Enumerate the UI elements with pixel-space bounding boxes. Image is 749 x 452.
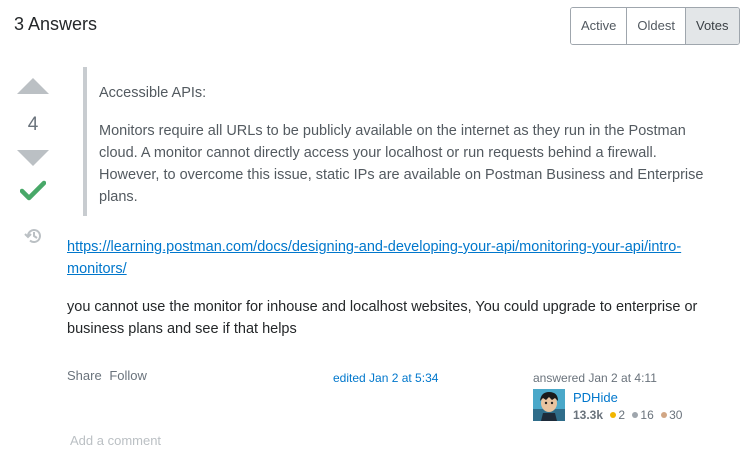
sort-active-button[interactable]: Active [571, 8, 628, 44]
blockquote: Accessible APIs: Monitors require all UR… [83, 67, 717, 216]
answered-timestamp: answered Jan 2 at 4:11 [533, 371, 657, 385]
postman-docs-link[interactable]: https://learning.postman.com/docs/design… [67, 236, 687, 280]
sort-votes-button[interactable]: Votes [685, 8, 739, 44]
downvote-arrow-icon[interactable] [17, 150, 49, 166]
user-name-link[interactable]: PDHide [573, 390, 618, 405]
gold-badge-icon [610, 412, 617, 419]
accepted-check-icon [20, 180, 46, 201]
history-icon[interactable] [24, 227, 42, 245]
follow-link[interactable]: Follow [109, 368, 147, 383]
gold-badge-count: 2 [618, 408, 626, 422]
silver-badge-icon [632, 412, 639, 419]
quote-heading: Accessible APIs: [99, 85, 207, 101]
sort-oldest-button[interactable]: Oldest [627, 8, 686, 44]
share-link[interactable]: Share [67, 368, 102, 383]
silver-badge-count: 16 [640, 408, 654, 422]
user-reputation-stats: 13.3k 2 16 30 [573, 408, 682, 422]
user-avatar[interactable] [533, 389, 565, 421]
reputation-score: 13.3k [573, 408, 604, 422]
answers-count-title: 3 Answers [14, 14, 98, 34]
answer-body-text: you cannot use the monitor for inhouse a… [67, 299, 698, 337]
bronze-badge-icon [661, 412, 668, 419]
answer-sort-tabs: Active Oldest Votes [570, 7, 740, 45]
post-menu: Share Follow [67, 368, 147, 383]
bronze-badge-count: 30 [669, 408, 683, 422]
upvote-arrow-icon[interactable] [17, 78, 49, 94]
edited-timestamp[interactable]: edited Jan 2 at 5:34 [333, 371, 438, 385]
add-comment-link[interactable]: Add a comment [70, 433, 161, 448]
quote-body: Monitors require all URLs to be publicly… [99, 123, 704, 205]
vote-count: 4 [27, 114, 39, 135]
